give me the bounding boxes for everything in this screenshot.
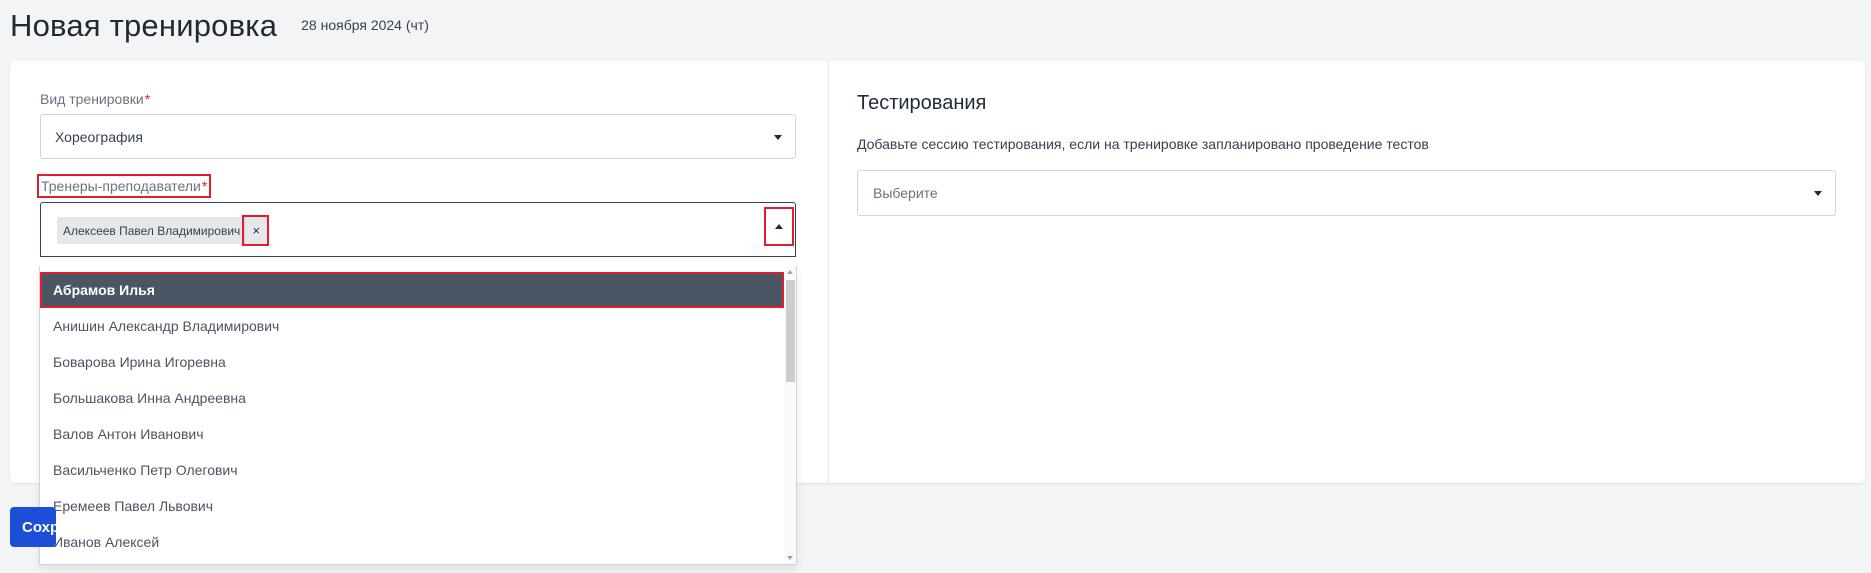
- coaches-options-list: Абрамов Илья Анишин Александр Владимиров…: [40, 272, 784, 560]
- coaches-multiselect[interactable]: Алексеев Павел Владимирович ×: [40, 202, 796, 257]
- page-header: Новая тренировка 28 ноября 2024 (чт): [10, 8, 429, 44]
- testing-session-select[interactable]: Выберите: [857, 170, 1836, 216]
- coach-option[interactable]: Иванов Алексей: [40, 524, 784, 560]
- tag-remove-icon[interactable]: ×: [242, 215, 270, 246]
- coach-option[interactable]: Васильченко Петр Олегович: [40, 452, 784, 488]
- coach-option[interactable]: Анишин Александр Владимирович: [40, 308, 784, 344]
- page-date: 28 ноября 2024 (чт): [301, 17, 429, 33]
- testing-section-title: Тестирования: [857, 92, 987, 114]
- coach-option[interactable]: Боварова Ирина Игоревна: [40, 344, 784, 380]
- required-mark: *: [144, 91, 151, 107]
- column-divider: [828, 61, 829, 483]
- coach-option[interactable]: Абрамов Илья: [40, 272, 784, 308]
- selected-coach-name: Алексеев Павел Владимирович: [63, 223, 241, 238]
- coaches-label: Тренеры-преподаватели*: [36, 174, 212, 198]
- chevron-down-icon: [1814, 191, 1822, 196]
- testing-select-placeholder: Выберите: [873, 185, 938, 201]
- chevron-down-icon: [774, 134, 782, 140]
- coaches-dropdown: Абрамов Илья Анишин Александр Владимиров…: [39, 266, 797, 565]
- selected-coach-tag: Алексеев Павел Владимирович ×: [57, 215, 270, 246]
- training-type-label: Вид тренировки*: [40, 91, 151, 107]
- coach-option[interactable]: Валов Антон Иванович: [40, 416, 784, 452]
- dropdown-toggle[interactable]: [764, 207, 794, 246]
- scroll-up-icon[interactable]: [787, 270, 793, 274]
- required-mark: *: [201, 178, 208, 194]
- coach-option[interactable]: Большакова Инна Андреевна: [40, 380, 784, 416]
- page-title: Новая тренировка: [10, 8, 278, 43]
- scrollbar-thumb[interactable]: [786, 280, 795, 382]
- training-type-value: Хореография: [55, 128, 143, 145]
- coach-option[interactable]: Еремеев Павел Львович: [40, 488, 784, 524]
- dropdown-scrollbar[interactable]: [784, 266, 796, 564]
- testing-description: Добавьте сессию тестирования, если на тр…: [857, 136, 1429, 152]
- training-type-select[interactable]: Хореография: [40, 114, 796, 159]
- scroll-down-icon[interactable]: [787, 556, 793, 560]
- chevron-up-icon: [775, 224, 783, 229]
- save-button[interactable]: Сохранить: [10, 507, 56, 547]
